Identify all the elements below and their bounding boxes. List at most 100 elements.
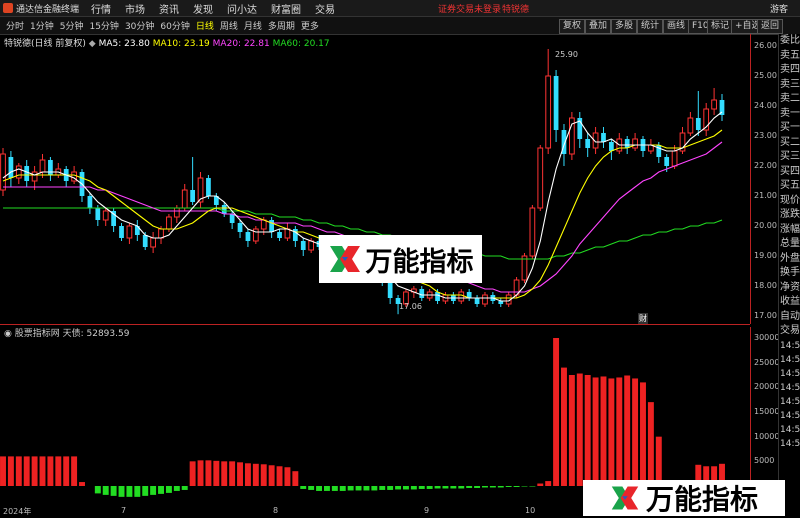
sidebar-item[interactable]: 卖二 <box>779 92 800 107</box>
menu-quotes[interactable]: 行情 <box>91 1 111 16</box>
period-15min[interactable]: 15分钟 <box>89 19 118 32</box>
high-price-annotation: 25.90 <box>555 50 578 59</box>
period-intraday[interactable]: 分时 <box>6 19 24 32</box>
volume-bar-down <box>126 486 132 497</box>
volume-bar-up <box>577 374 583 486</box>
user-label[interactable]: 游客 <box>770 2 788 15</box>
volume-bar-down <box>166 486 172 493</box>
volume-bar-down <box>482 486 488 487</box>
volume-bar-down <box>158 486 164 494</box>
stats-button[interactable]: 统计 <box>637 19 663 34</box>
sidebar-item[interactable]: 收益 <box>779 295 800 310</box>
draw-button[interactable]: 画线 <box>663 19 689 34</box>
back-button[interactable]: 返回 <box>757 19 783 34</box>
sidebar-item[interactable]: 卖三 <box>779 78 800 93</box>
period-weekly[interactable]: 周线 <box>220 19 238 32</box>
candle-body-up <box>633 139 638 148</box>
period-60min[interactable]: 60分钟 <box>160 19 189 32</box>
sidebar-item[interactable]: 自动 <box>779 310 800 325</box>
volume-bar-up <box>284 467 290 486</box>
volume-bar-up <box>55 456 61 486</box>
adjust-button[interactable]: 复权 <box>559 19 585 34</box>
candle-body-up <box>127 226 132 238</box>
period-5min[interactable]: 5分钟 <box>60 19 84 32</box>
candle-body-down <box>238 223 243 232</box>
sidebar-item[interactable]: 现价 <box>779 194 800 209</box>
sidebar-item[interactable]: 买四 <box>779 165 800 180</box>
menu-news[interactable]: 资讯 <box>159 1 179 16</box>
volume-tick-label: 10000 <box>754 432 779 441</box>
menu-wealth[interactable]: 财富圈 <box>271 1 301 16</box>
multi-stock-button[interactable]: 多股 <box>611 19 637 34</box>
sidebar-item[interactable]: 交易 <box>779 324 800 339</box>
event-mark-badge[interactable]: 财 <box>638 313 648 324</box>
volume-bar-down <box>103 486 109 495</box>
sidebar-item[interactable]: 换手 <box>779 266 800 281</box>
candle-body-up <box>32 172 37 181</box>
candle-body-up <box>1 154 6 190</box>
overlay-button[interactable]: 叠加 <box>585 19 611 34</box>
candle-body-down <box>190 190 195 202</box>
price-tick-label: 22.00 <box>754 161 777 170</box>
sidebar-item[interactable]: 买五 <box>779 179 800 194</box>
sidebar-item[interactable]: 卖五 <box>779 49 800 64</box>
volume-bar-down <box>498 486 504 487</box>
volume-bar-up <box>261 464 267 486</box>
menu-ask[interactable]: 问小达 <box>227 1 257 16</box>
candle-body-up <box>538 148 543 208</box>
sidebar-item[interactable]: 买三 <box>779 150 800 165</box>
volume-bar-down <box>403 486 409 489</box>
volume-bar-down <box>182 486 188 490</box>
volume-bar-down <box>95 486 101 493</box>
volume-bar-down <box>174 486 180 491</box>
candle-body-down <box>246 232 251 241</box>
price-tick-label: 17.00 <box>754 311 777 320</box>
menu-market[interactable]: 市场 <box>125 1 145 16</box>
sidebar-item[interactable]: 涨幅 <box>779 223 800 238</box>
candle-body-up <box>522 256 527 280</box>
period-monthly[interactable]: 月线 <box>244 19 262 32</box>
volume-bar-down <box>387 486 393 490</box>
candle-body-down <box>625 139 630 148</box>
period-multi[interactable]: 多周期 <box>268 19 295 32</box>
period-more[interactable]: 更多 <box>301 19 319 32</box>
x-label-year: 2024年 <box>3 506 31 517</box>
period-daily[interactable]: 日线 <box>196 19 214 32</box>
candle-body-down <box>24 166 29 181</box>
volume-bar-up <box>229 461 235 486</box>
sidebar-item[interactable]: 净资 <box>779 281 800 296</box>
sidebar-item[interactable]: 总量 <box>779 237 800 252</box>
sidebar-time: 14:5 <box>779 353 800 367</box>
candle-body-down <box>301 241 306 250</box>
sidebar-item[interactable]: 买一 <box>779 121 800 136</box>
sidebar-item[interactable]: 外盘 <box>779 252 800 267</box>
app-logo-icon <box>3 3 13 13</box>
period-30min[interactable]: 30分钟 <box>125 19 154 32</box>
volume-bar-down <box>490 486 496 487</box>
volume-bar-up <box>0 456 6 486</box>
sidebar-item[interactable]: 买二 <box>779 136 800 151</box>
volume-bar-down <box>348 486 354 490</box>
volume-tick-label: 30000 <box>754 333 779 342</box>
volume-bar-down <box>371 486 377 490</box>
menu-discover[interactable]: 发现 <box>193 1 213 16</box>
price-tick-label: 24.00 <box>754 101 777 110</box>
price-tick-label: 23.00 <box>754 131 777 140</box>
period-1min[interactable]: 1分钟 <box>30 19 54 32</box>
login-notice[interactable]: 证券交易未登录 <box>438 2 501 15</box>
menu-trade[interactable]: 交易 <box>315 1 335 16</box>
mark-button[interactable]: 标记 <box>707 19 733 34</box>
sidebar-item[interactable]: 卖一 <box>779 107 800 122</box>
candle-body-down <box>95 208 100 220</box>
volume-bar-up <box>553 338 559 486</box>
sidebar-item[interactable]: 涨跌 <box>779 208 800 223</box>
sidebar-item[interactable]: 卖四 <box>779 63 800 78</box>
sidebar-time: 14:5 <box>779 395 800 409</box>
candle-body-down <box>609 142 614 151</box>
stock-name-tag[interactable]: 特锐德 <box>502 2 529 15</box>
volume-tick-label: 15000 <box>754 407 779 416</box>
candle-body-up <box>712 100 717 109</box>
sidebar-item[interactable]: 委比 <box>779 34 800 49</box>
volume-bar-up <box>545 481 551 486</box>
volume-bar-down <box>450 486 456 488</box>
